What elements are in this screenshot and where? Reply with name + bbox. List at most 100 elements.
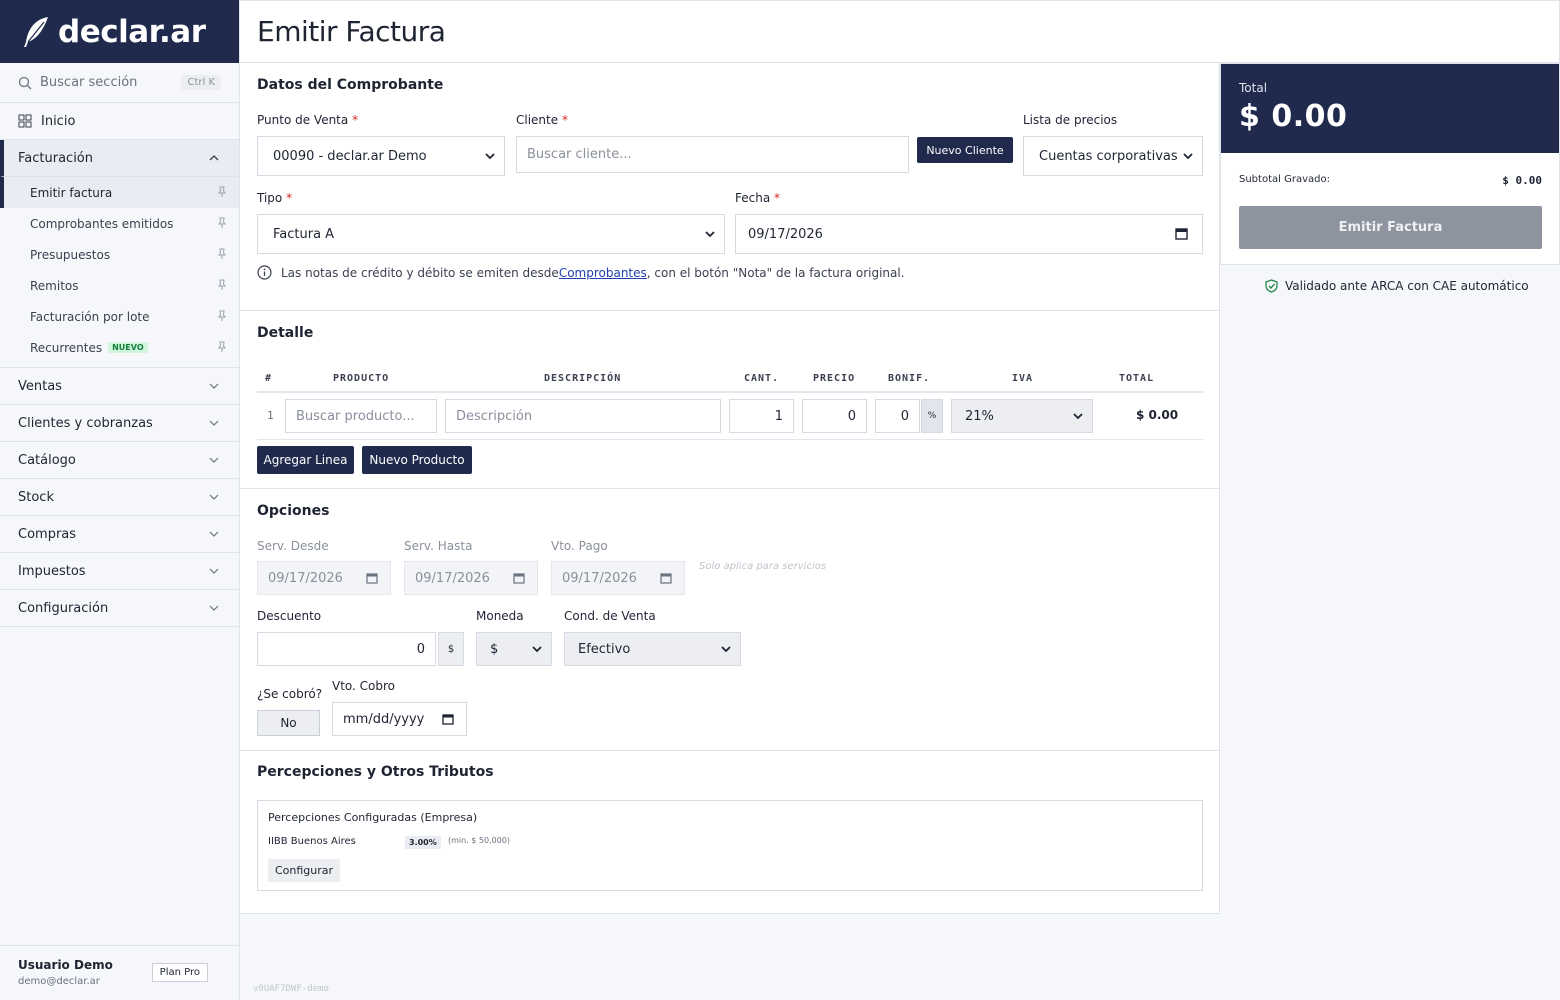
vto-pago-input[interactable]: 09/17/2026 — [551, 561, 685, 595]
grid-icon — [18, 114, 32, 128]
column-header: BONIF. — [888, 373, 931, 384]
nuevo-cliente-button[interactable]: Nuevo Cliente — [917, 137, 1013, 163]
fecha-input[interactable]: 09/17/2026 — [735, 214, 1203, 254]
sidebar-section-compras[interactable]: Compras — [0, 516, 239, 553]
pin-icon[interactable] — [217, 186, 227, 198]
description-input[interactable]: Descripción — [445, 399, 721, 433]
pin-icon[interactable] — [217, 248, 227, 260]
se-cobro-toggle[interactable]: No — [257, 710, 320, 736]
sidebar-section-facturacion[interactable]: Facturación — [0, 140, 239, 177]
sidebar-item-label: Inicio — [41, 113, 76, 129]
serv-hasta-input[interactable]: 09/17/2026 — [404, 561, 538, 595]
sidebar-section-clientes[interactable]: Clientes y cobranzas — [0, 405, 239, 442]
section-title-percepciones: Percepciones y Otros Tributos — [257, 764, 494, 780]
total-label: Total — [1239, 81, 1268, 95]
shield-check-icon — [1265, 279, 1278, 293]
sidebar-section-label: Clientes y cobranzas — [18, 415, 153, 431]
sidebar-item-facturacion-lote[interactable]: Facturación por lote — [0, 301, 239, 332]
calendar-icon — [660, 573, 672, 584]
chevron-down-icon — [209, 457, 219, 463]
sidebar-item-remitos[interactable]: Remitos — [0, 270, 239, 301]
add-line-button[interactable]: Agregar Linea — [257, 446, 354, 474]
new-product-button[interactable]: Nuevo Producto — [362, 446, 472, 474]
section-search-input[interactable] — [40, 75, 170, 90]
percepcion-min: (min. $ 50,000) — [448, 836, 511, 845]
iva-select[interactable]: 21% — [951, 399, 1093, 433]
search-icon — [18, 76, 32, 89]
page-title: Emitir Factura — [257, 15, 446, 48]
sidebar-item-recurrentes[interactable]: Recurrentes NUEVO — [0, 332, 239, 363]
vto-cobro-input[interactable]: mm/dd/yyyy — [332, 702, 467, 736]
vto-cobro-label: Vto. Cobro — [332, 679, 396, 693]
sidebar-section-stock[interactable]: Stock — [0, 479, 239, 516]
price-input[interactable]: 0 — [802, 399, 867, 433]
column-header: DESCRIPCIÓN — [544, 373, 622, 384]
pin-icon[interactable] — [217, 310, 227, 322]
invoice-summary: Total $ 0.00 Subtotal Gravado: $ 0.00 Em… — [1220, 63, 1560, 265]
tipo-select[interactable]: Factura A — [257, 214, 725, 254]
descuento-label: Descuento — [257, 609, 322, 623]
serv-hasta-label: Serv. Hasta — [404, 539, 473, 553]
cond-venta-select[interactable]: Efectivo — [564, 632, 741, 666]
column-header: PRECIO — [813, 373, 856, 384]
chevron-down-icon — [209, 531, 219, 537]
section-search[interactable]: Ctrl K — [0, 63, 239, 103]
sidebar-section-ventas[interactable]: Ventas — [0, 368, 239, 405]
quantity-input[interactable]: 1 — [729, 399, 794, 433]
sidebar-section-label: Compras — [18, 526, 77, 542]
tipo-label: Tipo * — [257, 191, 293, 205]
sidebar-section-label: Impuestos — [18, 563, 86, 579]
discount-percent-input[interactable]: 0 — [875, 399, 920, 433]
punto-venta-label: Punto de Venta * — [257, 113, 359, 127]
descuento-input[interactable]: 0 — [257, 632, 436, 666]
fecha-label: Fecha * — [735, 191, 781, 205]
sidebar-item-presupuestos[interactable]: Presupuestos — [0, 239, 239, 270]
sidebar-item-inicio[interactable]: Inicio — [0, 103, 239, 140]
sidebar-item-label: Emitir factura — [30, 185, 113, 200]
pin-icon[interactable] — [217, 279, 227, 291]
chevron-down-icon — [705, 231, 715, 238]
cliente-search-input[interactable]: Buscar cliente... — [516, 136, 909, 173]
section-title: Detalle — [257, 325, 314, 341]
plan-badge[interactable]: Plan Pro — [151, 963, 208, 982]
column-header: # — [265, 373, 273, 384]
comprobantes-link[interactable]: Comprobantes — [559, 266, 647, 280]
moneda-label: Moneda — [476, 609, 524, 623]
chevron-down-icon — [209, 568, 219, 574]
feather-icon — [24, 16, 48, 47]
sidebar-item-emitir-factura[interactable]: Emitir factura — [0, 177, 239, 208]
sidebar-section-catalogo[interactable]: Catálogo — [0, 442, 239, 479]
table-header-divider — [257, 391, 1203, 393]
user-profile[interactable]: Usuario Demo demo@declar.ar Plan Pro — [0, 945, 240, 1000]
pin-icon[interactable] — [217, 341, 227, 353]
calendar-icon[interactable] — [442, 713, 454, 725]
version-label: v0UAF7DWF-demo — [253, 984, 329, 994]
product-search-input[interactable]: Buscar producto... — [285, 399, 437, 433]
lista-precios-select[interactable]: Cuentas corporativas — [1023, 136, 1203, 176]
sidebar-item-label: Facturación por lote — [30, 309, 150, 324]
se-cobro-label: ¿Se cobró? — [257, 687, 323, 701]
sidebar-section-impuestos[interactable]: Impuestos — [0, 553, 239, 590]
cliente-label: Cliente * — [516, 113, 568, 127]
column-header: PRODUCTO — [333, 373, 390, 384]
brand-logo[interactable]: declar.ar — [0, 0, 239, 63]
percepcion-rate: 3.00% — [405, 836, 441, 849]
cond-venta-label: Cond. de Venta — [564, 609, 656, 623]
info-icon — [257, 265, 272, 280]
total-value: $ 0.00 — [1239, 99, 1348, 134]
chevron-down-icon — [721, 646, 731, 653]
search-shortcut: Ctrl K — [181, 75, 221, 90]
vto-pago-label: Vto. Pago — [551, 539, 608, 553]
new-badge: NUEVO — [108, 342, 148, 353]
serv-desde-input[interactable]: 09/17/2026 — [257, 561, 391, 595]
punto-venta-select[interactable]: 00090 - declar.ar Demo — [257, 136, 505, 176]
emit-invoice-button[interactable]: Emitir Factura — [1239, 206, 1542, 249]
credit-note-hint: Las notas de crédito y débito se emiten … — [257, 265, 905, 280]
sidebar-section-configuracion[interactable]: Configuración — [0, 590, 239, 627]
sidebar-item-comprobantes-emitidos[interactable]: Comprobantes emitidos — [0, 208, 239, 239]
column-header: TOTAL — [1119, 373, 1155, 384]
configurar-button[interactable]: Configurar — [268, 859, 340, 882]
moneda-select[interactable]: $ — [476, 632, 552, 666]
pin-icon[interactable] — [217, 217, 227, 229]
calendar-icon[interactable] — [1175, 227, 1188, 240]
